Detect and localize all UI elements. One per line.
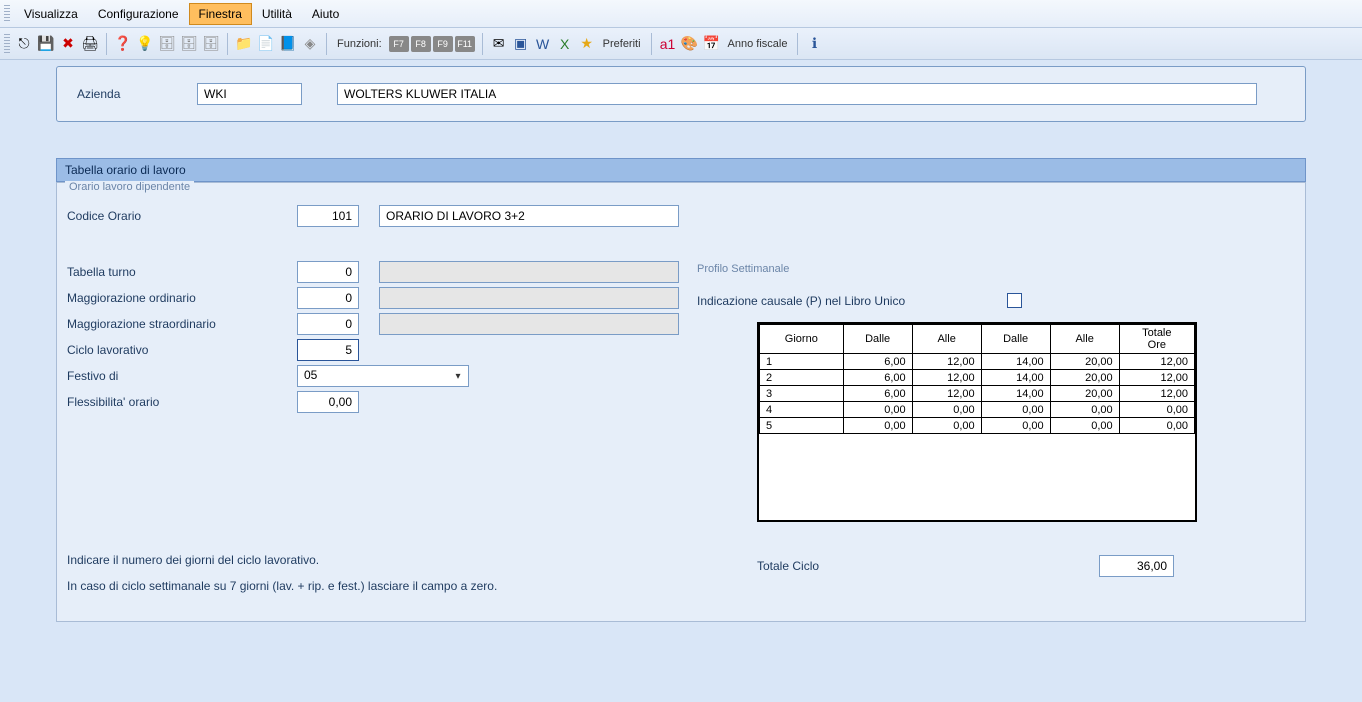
causale-label: Indicazione causale (P) nel Libro Unico — [697, 294, 917, 308]
sched-header: Giorno — [760, 325, 844, 354]
save-icon[interactable]: 💾 — [36, 34, 56, 54]
causale-checkbox[interactable] — [1007, 293, 1022, 308]
festivo-select[interactable]: 05 ▾ — [297, 365, 469, 387]
schedule-table[interactable]: GiornoDalleAlleDalleAlleTotaleOre 16,001… — [757, 322, 1197, 522]
chevron-down-icon: ▾ — [451, 369, 465, 383]
fless-label: Flessibilita' orario — [67, 395, 297, 409]
help-text-1: Indicare il numero dei giorni del ciclo … — [67, 547, 497, 573]
toolbar: ⎋ 💾 ✖ 🖨 ❓ 💡 🗄 🗄 🗄 📁 📄 📘 ◈ Funzioni: F7F8… — [0, 28, 1362, 60]
tabella-turno-label: Tabella turno — [67, 265, 297, 279]
profilo-title: Profilo Settimanale — [697, 263, 1257, 275]
codice-orario-input[interactable] — [297, 205, 359, 227]
menu-grip — [4, 5, 10, 23]
totale-ciclo-value: 36,00 — [1099, 555, 1174, 577]
table-row[interactable]: 36,0012,0014,0020,0012,00 — [760, 386, 1195, 402]
fkey-f8[interactable]: F8 — [411, 36, 431, 52]
sched-header: Alle — [912, 325, 981, 354]
calendar-icon[interactable]: 📅 — [702, 34, 722, 54]
festivo-label: Festivo di — [67, 369, 297, 383]
sched-header: Dalle — [981, 325, 1050, 354]
main-panel: Orario lavoro dipendente Codice Orario T… — [56, 182, 1306, 622]
db1-icon[interactable]: 🗄 — [157, 34, 177, 54]
fless-input[interactable] — [297, 391, 359, 413]
magg-str-label: Maggiorazione straordinario — [67, 317, 297, 331]
azienda-name-input[interactable] — [337, 83, 1257, 105]
ciclo-input[interactable] — [297, 339, 359, 361]
magg-ord-label: Maggiorazione ordinario — [67, 291, 297, 305]
table-row[interactable]: 26,0012,0014,0020,0012,00 — [760, 370, 1195, 386]
tabella-turno-desc — [379, 261, 679, 283]
print-icon[interactable]: 🖨 — [80, 34, 100, 54]
font-icon[interactable]: a1 — [658, 34, 678, 54]
cube-icon[interactable]: ◈ — [300, 34, 320, 54]
folder-icon[interactable]: 📁 — [234, 34, 254, 54]
menu-finestra[interactable]: Finestra — [189, 3, 252, 25]
menu-aiuto[interactable]: Aiuto — [302, 3, 349, 25]
tabella-turno-input[interactable] — [297, 261, 359, 283]
group-label: Orario lavoro dipendente — [65, 181, 194, 193]
codice-orario-desc[interactable] — [379, 205, 679, 227]
preferiti-label[interactable]: Preferiti — [599, 38, 645, 50]
anno-fiscale-label[interactable]: Anno fiscale — [724, 38, 792, 50]
db3-icon[interactable]: 🗄 — [201, 34, 221, 54]
sched-header: Dalle — [843, 325, 912, 354]
db2-icon[interactable]: 🗄 — [179, 34, 199, 54]
azienda-code-input[interactable] — [197, 83, 302, 105]
toolbar-grip — [4, 34, 10, 54]
sched-header: TotaleOre — [1119, 325, 1194, 354]
exit-icon[interactable]: ⎋ — [14, 34, 34, 54]
magg-str-desc — [379, 313, 679, 335]
magg-str-input[interactable] — [297, 313, 359, 335]
delete-icon[interactable]: ✖ — [58, 34, 78, 54]
magg-ord-input[interactable] — [297, 287, 359, 309]
help-icon[interactable]: ❓ — [113, 34, 133, 54]
palette-icon[interactable]: 🎨 — [680, 34, 700, 54]
table-row[interactable]: 50,000,000,000,000,00 — [760, 418, 1195, 434]
mail-icon[interactable]: ✉ — [489, 34, 509, 54]
menu-utilità[interactable]: Utilità — [252, 3, 302, 25]
menu-visualizza[interactable]: Visualizza — [14, 3, 88, 25]
help-text-2: In caso di ciclo settimanale su 7 giorni… — [67, 573, 497, 599]
totale-ciclo-label: Totale Ciclo — [757, 559, 819, 573]
info-icon[interactable]: ℹ — [804, 34, 824, 54]
star-icon[interactable]: ★ — [577, 34, 597, 54]
menu-configurazione[interactable]: Configurazione — [88, 3, 189, 25]
fkey-f7[interactable]: F7 — [389, 36, 409, 52]
azienda-label: Azienda — [77, 87, 197, 101]
book-icon[interactable]: 📘 — [278, 34, 298, 54]
panel-title: Tabella orario di lavoro — [56, 158, 1306, 182]
fkey-f9[interactable]: F9 — [433, 36, 453, 52]
header-panel: Azienda — [56, 66, 1306, 122]
excel-icon[interactable]: X — [555, 34, 575, 54]
funzioni-label: Funzioni: — [333, 38, 386, 50]
magg-ord-desc — [379, 287, 679, 309]
codice-orario-label: Codice Orario — [67, 209, 297, 223]
lightbulb-icon[interactable]: 💡 — [135, 34, 155, 54]
word-icon[interactable]: W — [533, 34, 553, 54]
fkey-f11[interactable]: F11 — [455, 36, 475, 52]
doc-icon[interactable]: 📄 — [256, 34, 276, 54]
app1-icon[interactable]: ▣ — [511, 34, 531, 54]
sched-header: Alle — [1050, 325, 1119, 354]
table-row[interactable]: 40,000,000,000,000,00 — [760, 402, 1195, 418]
menubar: VisualizzaConfigurazioneFinestraUtilitàA… — [0, 0, 1362, 28]
ciclo-label: Ciclo lavorativo — [67, 343, 297, 357]
table-row[interactable]: 16,0012,0014,0020,0012,00 — [760, 354, 1195, 370]
